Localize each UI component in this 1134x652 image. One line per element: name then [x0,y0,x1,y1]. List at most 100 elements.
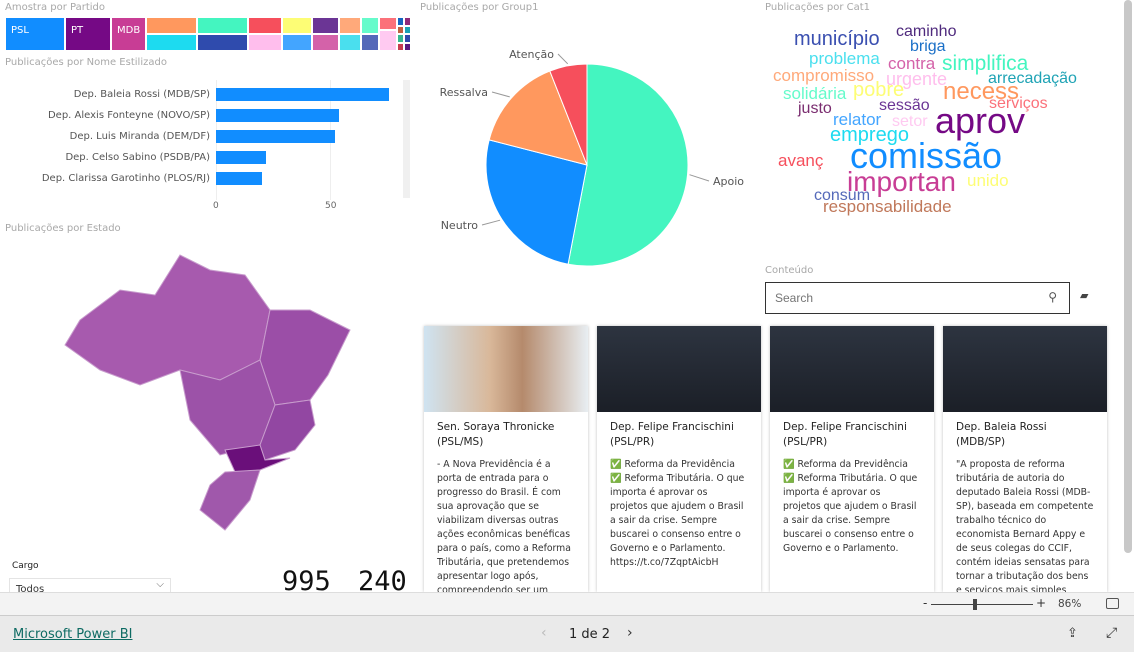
bar-chart-scrollbar[interactable] [403,80,410,198]
card-text: - A Nova Previdência é a porta de entrad… [437,459,571,592]
bar[interactable] [216,172,262,185]
treemap-cell[interactable] [248,34,282,51]
content-card[interactable]: Dep. Felipe Francischini (PSL/PR) ✅ Refo… [597,326,761,592]
cloud-word[interactable]: município [794,29,880,49]
zoom-slider[interactable] [931,604,1033,605]
treemap-cell[interactable] [397,17,404,26]
cloud-word[interactable]: justo [798,101,832,117]
search-box[interactable]: ⚲ [765,282,1070,314]
pie-leader-line [557,53,569,65]
treemap-label: MDB [117,25,141,36]
politician-photo [943,326,1107,412]
cloud-word[interactable]: unido [967,172,1009,189]
treemap-cell[interactable] [361,34,379,51]
politician-photo [424,326,588,412]
page-scrollbar[interactable] [1124,0,1132,553]
content-card[interactable]: Dep. Baleia Rossi (MDB/SP) "A proposta d… [943,326,1107,592]
bar[interactable] [216,109,340,122]
bar-label: Dep. Clarissa Garotinho (PLOS/RJ) [41,173,210,184]
treemap-cell[interactable] [146,17,197,34]
pie-leader-line [689,174,710,182]
treemap-cell[interactable] [312,34,339,51]
cloud-word[interactable]: responsabilidade [823,198,952,215]
treemap-cell[interactable] [397,25,404,34]
treemap-cell[interactable] [146,34,197,51]
content-card[interactable]: Sen. Soraya Thronicke (PSL/MS) - A Nova … [424,326,588,592]
treemap-cell[interactable] [397,34,404,43]
pie-leader-line [491,91,510,98]
bar-label: Dep. Alexis Fonteyne (NOVO/SP) [47,110,210,121]
cloud-word[interactable]: aprov [935,103,1025,139]
treemap-cell[interactable] [248,17,282,34]
treemap-cell[interactable] [312,17,339,34]
cloud-word[interactable]: avanç [778,152,823,169]
bar[interactable] [216,88,390,101]
pie-title: Publicações por Group1 [420,2,539,13]
party-treemap[interactable]: PSL PT MDB [5,17,411,51]
treemap-cell[interactable] [282,34,312,51]
fullscreen-icon[interactable]: ⤢ [1106,625,1117,641]
share-icon[interactable]: ⇪ [1067,626,1078,641]
pie-label: Apoio [713,175,744,188]
bar[interactable] [216,151,267,164]
map-title: Publicações por Estado [5,223,121,234]
treemap-cell[interactable] [339,17,361,34]
zoom-in-button[interactable]: + [1036,596,1046,610]
treemap-cell[interactable] [197,17,248,34]
politician-photo [770,326,934,412]
treemap-cell[interactable] [361,17,379,34]
treemap-label: PSL [11,25,29,36]
x-tick: 50 [325,201,337,211]
region-north [64,254,271,386]
page-indicator: 1 de 2 [569,627,611,642]
zoom-out-button[interactable]: - [923,596,927,610]
treemap-cell[interactable] [404,42,411,51]
bar[interactable] [216,130,335,143]
treemap-cell[interactable] [379,17,397,30]
treemap-cell[interactable]: PT [65,17,111,51]
treemap-cell[interactable] [404,34,411,43]
card-author: Dep. Felipe Francischini (PSL/PR) [783,421,907,448]
region-northeast [259,309,351,406]
treemap-cell[interactable] [404,25,411,34]
cloud-word[interactable]: problema [809,50,880,67]
brazil-map[interactable] [60,250,380,535]
card-author: Dep. Baleia Rossi (MDB/SP) [956,421,1047,448]
treemap-cell[interactable] [197,34,248,51]
card-text: ✅ Reforma da Previdência ✅ Reforma Tribu… [610,459,745,568]
x-tick: 0 [213,201,219,211]
group-pie-chart[interactable]: Apoio Neutro Ressalva Atenção [420,20,760,310]
search-input[interactable] [775,291,1025,305]
pie-label: Neutro [441,219,479,232]
eraser-icon[interactable]: ▰ [1080,289,1088,302]
treemap-cell[interactable] [282,17,312,34]
cloud-word[interactable]: briga [910,39,946,55]
bar-chart-title: Publicações por Nome Estilizado [5,57,167,68]
bar-label: Dep. Luis Miranda (DEM/DF) [69,131,210,142]
power-bi-link[interactable]: Microsoft Power BI [13,627,132,642]
search-icon[interactable]: ⚲ [1048,290,1057,304]
footer: Microsoft Power BI ‹ 1 de 2 › ⇪ ⤢ [0,615,1134,652]
treemap-cell[interactable] [404,17,411,26]
politician-photo [597,326,761,412]
next-page-icon[interactable]: › [627,625,633,641]
pie-leader-line [481,219,501,226]
zoom-slider-thumb[interactable] [972,599,977,610]
pie-label: Ressalva [440,86,488,99]
card-author: Sen. Soraya Thronicke (PSL/MS) [437,421,555,448]
cloud-word[interactable]: sessão [879,98,930,114]
treemap-cell[interactable] [339,34,361,51]
zoom-bar: - + 86% [0,592,1134,615]
bar-label: Dep. Celso Sabino (PSDB/PA) [65,152,210,163]
treemap-cell[interactable] [379,30,397,51]
zoom-level: 86% [1058,598,1082,610]
previous-page-icon[interactable]: ‹ [541,625,547,641]
content-card[interactable]: Dep. Felipe Francischini (PSL/PR) ✅ Refo… [770,326,934,592]
treemap-cell[interactable] [397,42,404,51]
fit-to-page-icon[interactable] [1106,598,1119,609]
card-author: Dep. Felipe Francischini (PSL/PR) [610,421,734,448]
word-cloud[interactable]: município caminho briga problema contra simpl… [760,0,1120,240]
treemap-cell[interactable]: PSL [5,17,65,51]
card-text: ✅ Reforma da Previdência ✅ Reforma Tribu… [783,459,918,554]
treemap-cell[interactable]: MDB [111,17,146,51]
